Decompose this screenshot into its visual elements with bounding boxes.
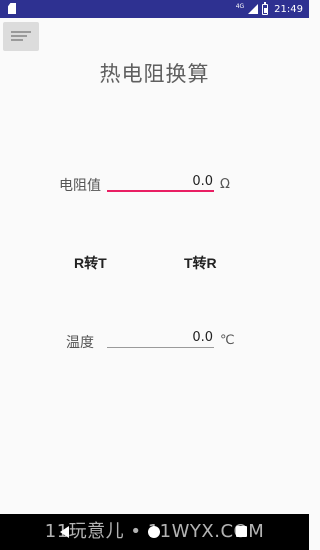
status-right: 4G 21:49 (236, 0, 303, 18)
resistance-label: 电阻值 (59, 178, 101, 194)
battery-icon (262, 1, 269, 15)
network-type-label: 4G (235, 2, 245, 10)
t-to-r-button[interactable]: T转R (184, 253, 217, 273)
r-to-t-button[interactable]: R转T (74, 253, 107, 273)
resistance-input[interactable]: 0.0 (107, 174, 213, 189)
page-title: 热电阻换算 (99, 62, 210, 86)
clock: 21:49 (274, 3, 303, 15)
temperature-label: 温度 (66, 335, 94, 351)
temperature-input[interactable]: 0.0 (107, 330, 213, 345)
resistance-unit: Ω (220, 177, 230, 192)
menu-button[interactable] (3, 22, 39, 51)
status-bar: 4G 21:49 (0, 0, 309, 18)
resistance-input-underline (107, 190, 214, 192)
temperature-input-underline (107, 347, 214, 348)
temperature-unit: ℃ (220, 333, 235, 348)
watermark: 11玩意儿 • 11WYX.COM (44, 521, 265, 542)
signal-icon (248, 4, 259, 14)
sim-card-icon (8, 3, 16, 14)
